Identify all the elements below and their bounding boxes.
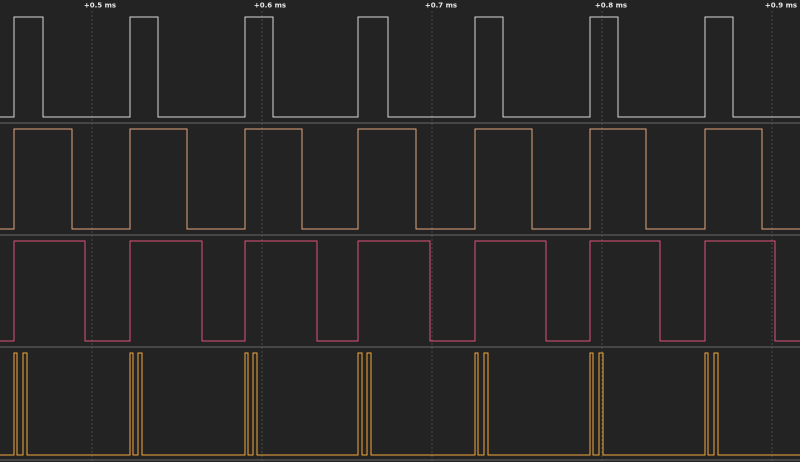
time-tick-label: +0.6 ms [254,2,286,10]
time-tick-label: +0.5 ms [84,2,116,10]
channel-3-trace[interactable] [0,240,800,342]
channel-4-trace[interactable] [0,352,800,456]
time-gridlines [91,11,773,462]
logic-analyzer-view: +0.5 ms +0.6 ms +0.7 ms +0.8 ms +0.9 ms [0,0,800,462]
time-tick-label: +0.9 ms [765,2,797,10]
channel-1-trace[interactable] [0,16,800,118]
channel-2-trace[interactable] [0,128,800,230]
time-tick-label: +0.8 ms [595,2,627,10]
time-axis: +0.5 ms +0.6 ms +0.7 ms +0.8 ms +0.9 ms [84,2,797,10]
channel-traces[interactable] [0,16,800,456]
waveform-canvas[interactable]: +0.5 ms +0.6 ms +0.7 ms +0.8 ms +0.9 ms [0,0,800,462]
channel-separators [0,122,800,461]
time-tick-label: +0.7 ms [425,2,457,10]
